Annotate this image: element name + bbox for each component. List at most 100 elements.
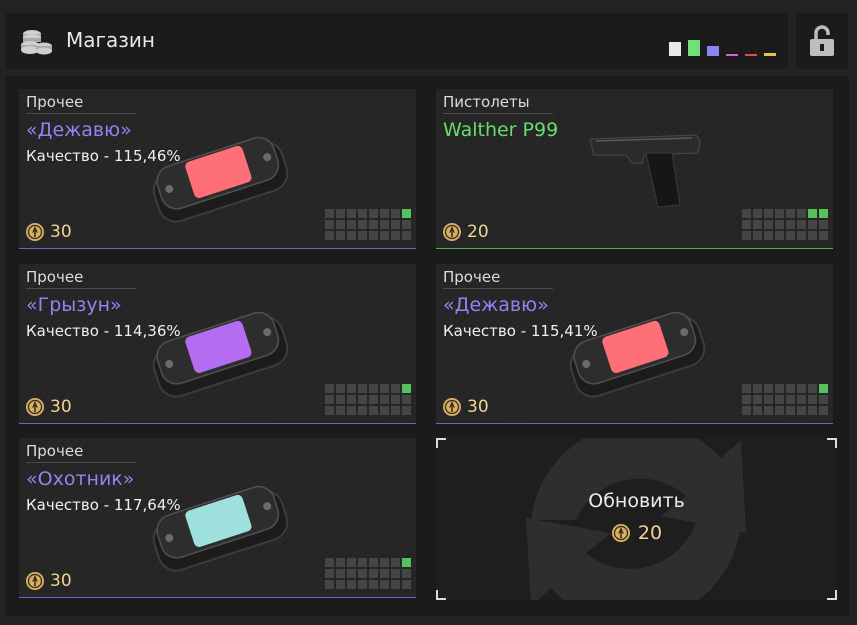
grid-cell xyxy=(347,384,356,393)
grid-cell xyxy=(380,406,389,415)
grid-cell xyxy=(369,209,378,218)
grid-cell xyxy=(786,209,795,218)
grid-cell xyxy=(325,569,334,578)
grid-cell xyxy=(775,209,784,218)
compass-coin-icon xyxy=(443,223,461,241)
item-category: Пистолеты xyxy=(443,93,553,114)
grid-cell xyxy=(325,406,334,415)
grid-cell xyxy=(336,209,345,218)
capsule-item-icon xyxy=(152,136,289,223)
compass-coin-icon xyxy=(611,524,630,542)
grid-cell xyxy=(325,395,334,404)
grid-cell xyxy=(742,395,751,404)
grid-cell xyxy=(380,395,389,404)
grid-cell xyxy=(336,220,345,229)
grid-cell xyxy=(358,580,367,589)
item-category: Прочее xyxy=(26,268,136,289)
grid-cell xyxy=(380,209,389,218)
grid-cell xyxy=(402,558,411,567)
grid-cell xyxy=(347,406,356,415)
grid-cell xyxy=(775,384,784,393)
item-price: 30 xyxy=(442,397,489,417)
refresh-price: 20 xyxy=(436,522,837,544)
grid-cell xyxy=(753,384,762,393)
grid-cell xyxy=(358,558,367,567)
rarity-filter[interactable] xyxy=(669,36,776,56)
grid-cell xyxy=(742,220,751,229)
item-price-value: 20 xyxy=(467,222,489,242)
lock-button[interactable] xyxy=(796,13,848,69)
rarity-filter-bar[interactable] xyxy=(688,40,700,56)
grid-cell xyxy=(347,231,356,240)
compass-coin-icon xyxy=(26,223,44,241)
grid-cell xyxy=(819,231,828,240)
shop-item-card[interactable]: Прочее «Дежавю» Качество - 115,46% 30 xyxy=(19,89,416,249)
grid-cell xyxy=(325,209,334,218)
grid-cell xyxy=(753,220,762,229)
shop-item-card[interactable]: Прочее «Грызун» Качество - 114,36% 30 xyxy=(19,264,416,424)
grid-cell xyxy=(786,384,795,393)
grid-cell xyxy=(325,220,334,229)
grid-cell xyxy=(808,209,817,218)
grid-cell xyxy=(391,406,400,415)
grid-cell xyxy=(753,209,762,218)
rarity-filter-bar[interactable] xyxy=(745,54,757,56)
grid-cell xyxy=(764,395,773,404)
rarity-filter-bar[interactable] xyxy=(726,54,738,56)
item-size-grid xyxy=(325,209,411,240)
grid-cell xyxy=(797,406,806,415)
refresh-arrows-icon xyxy=(526,438,746,600)
shop-item-card[interactable]: Пистолеты Walther P99 20 xyxy=(436,89,833,249)
grid-cell xyxy=(808,395,817,404)
corner-marker xyxy=(436,438,446,448)
grid-cell xyxy=(336,231,345,240)
grid-cell xyxy=(808,220,817,229)
grid-cell xyxy=(347,209,356,218)
item-name: «Дежавю» xyxy=(443,294,549,316)
item-price-value: 30 xyxy=(50,397,72,417)
grid-cell xyxy=(336,558,345,567)
grid-cell xyxy=(402,384,411,393)
grid-cell xyxy=(402,569,411,578)
grid-cell xyxy=(753,406,762,415)
rarity-filter-bar[interactable] xyxy=(669,42,681,56)
grid-cell xyxy=(786,406,795,415)
corner-marker xyxy=(827,590,837,600)
item-name: «Грызун» xyxy=(26,294,122,316)
grid-cell xyxy=(775,220,784,229)
shop-item-card[interactable]: Прочее «Дежавю» Качество - 115,41% 30 xyxy=(436,264,833,424)
grid-cell xyxy=(380,558,389,567)
grid-cell xyxy=(797,220,806,229)
item-category: Прочее xyxy=(26,442,136,463)
grid-cell xyxy=(808,231,817,240)
grid-cell xyxy=(402,220,411,229)
grid-cell xyxy=(369,231,378,240)
grid-cell xyxy=(347,220,356,229)
grid-cell xyxy=(402,580,411,589)
item-price-value: 30 xyxy=(50,571,72,591)
grid-cell xyxy=(369,220,378,229)
compass-coin-icon xyxy=(443,398,461,416)
page-title: Магазин xyxy=(66,28,155,52)
grid-cell xyxy=(742,406,751,415)
grid-cell xyxy=(391,231,400,240)
grid-cell xyxy=(786,231,795,240)
pistol-item-icon xyxy=(589,134,701,208)
shop-item-card[interactable]: Прочее «Охотник» Качество - 117,64% 30 xyxy=(19,438,416,598)
grid-cell xyxy=(808,384,817,393)
grid-cell xyxy=(819,220,828,229)
grid-cell xyxy=(764,220,773,229)
grid-cell xyxy=(391,209,400,218)
grid-cell xyxy=(336,384,345,393)
grid-cell xyxy=(347,569,356,578)
grid-cell xyxy=(391,384,400,393)
grid-cell xyxy=(380,569,389,578)
grid-cell xyxy=(753,395,762,404)
corner-marker xyxy=(827,438,837,448)
grid-cell xyxy=(764,231,773,240)
rarity-filter-bar[interactable] xyxy=(707,46,719,56)
grid-cell xyxy=(819,395,828,404)
refresh-button[interactable]: Обновить 20 xyxy=(436,438,837,600)
rarity-filter-bar[interactable] xyxy=(764,53,776,56)
grid-cell xyxy=(336,569,345,578)
